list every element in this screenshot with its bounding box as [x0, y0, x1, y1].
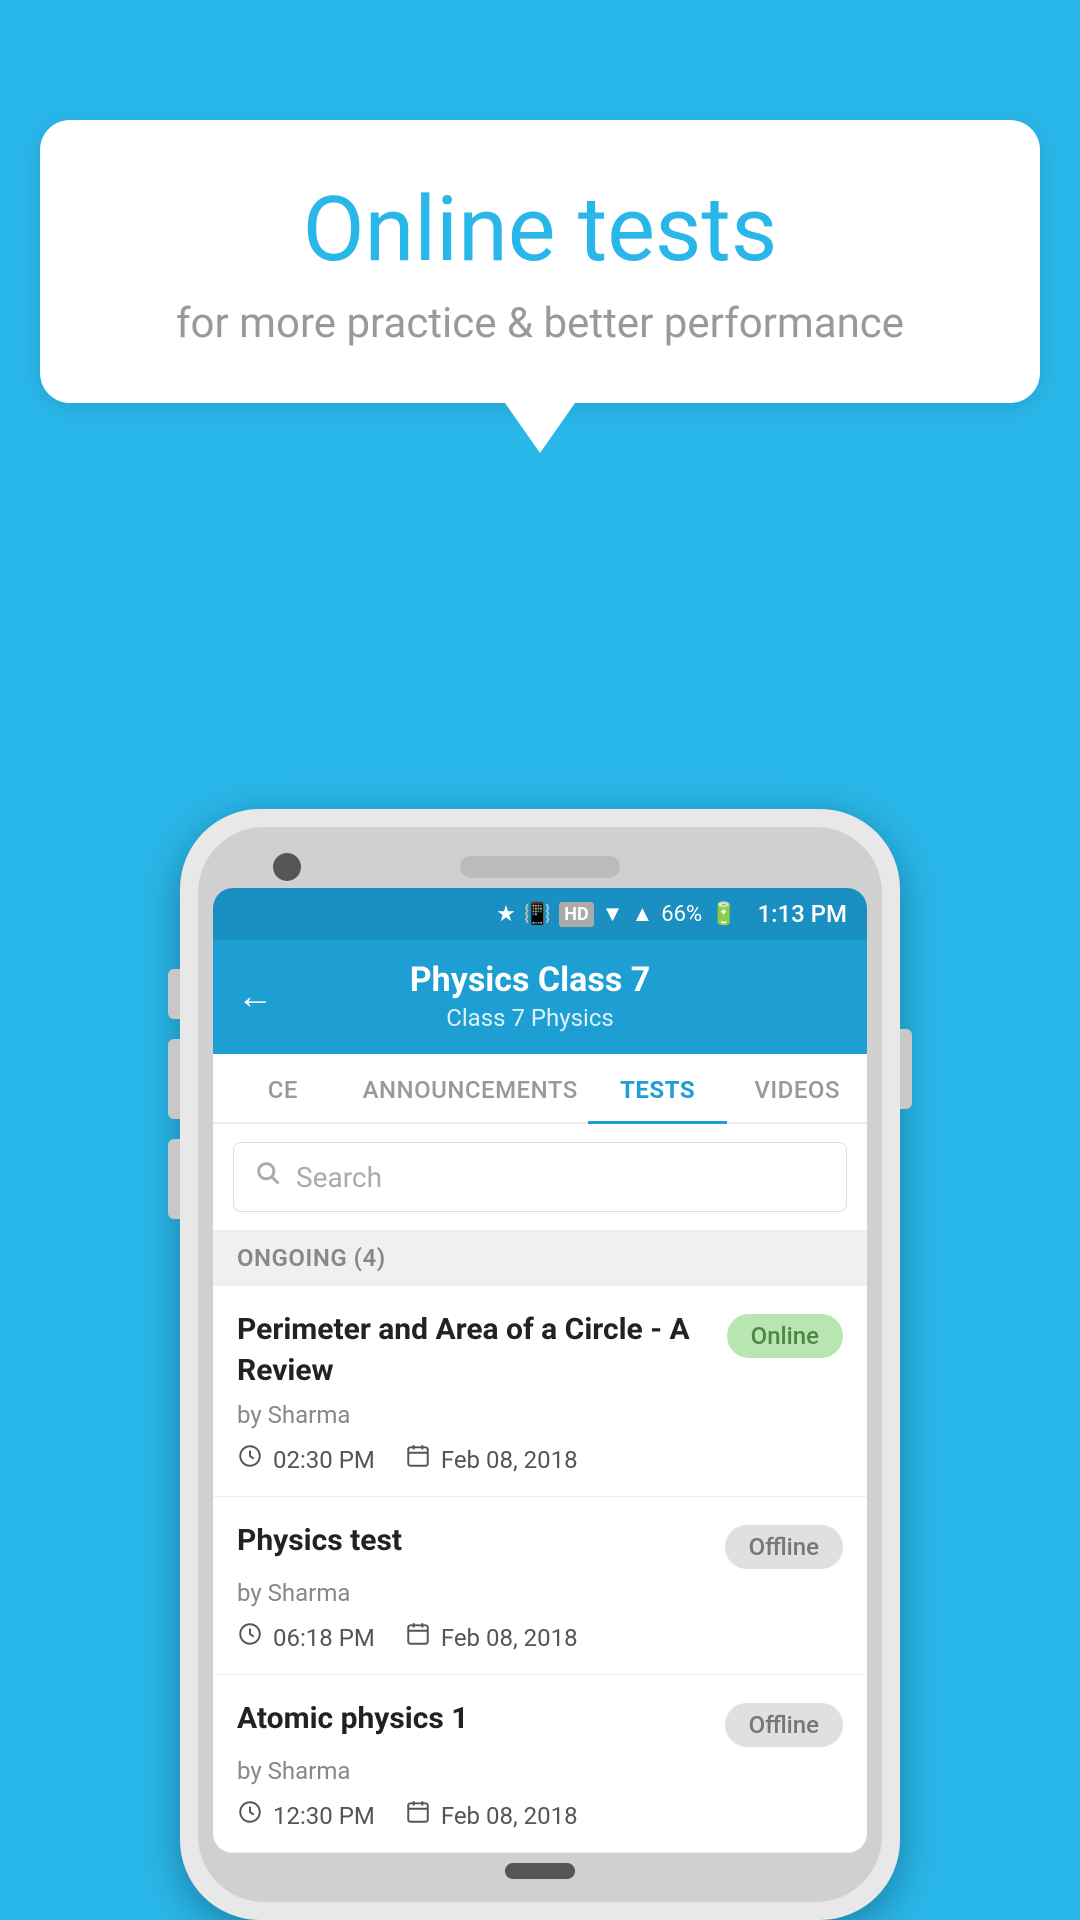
phone-outer: ★ 📳 HD ▼ ▲ 66% 🔋 1:13 PM ← Physics Class… [180, 809, 900, 1920]
section-header-ongoing: ONGOING (4) [213, 1230, 867, 1286]
test-date-1: Feb 08, 2018 [405, 1443, 578, 1476]
home-indicator[interactable] [505, 1863, 575, 1879]
tab-ce[interactable]: CE [213, 1054, 353, 1122]
test-item-header-3: Atomic physics 1 Offline [237, 1699, 843, 1747]
back-button[interactable]: ← [237, 975, 273, 1017]
test-meta-3: 12:30 PM Feb 08, 201 [237, 1799, 843, 1832]
test-date-2: Feb 08, 2018 [405, 1621, 578, 1654]
phone-screen: ★ 📳 HD ▼ ▲ 66% 🔋 1:13 PM ← Physics Class… [213, 888, 867, 1853]
mute-button [168, 969, 180, 1019]
test-author-3: by Sharma [237, 1757, 843, 1785]
tabs-bar: CE ANNOUNCEMENTS TESTS VIDEOS [213, 1054, 867, 1124]
test-item-header-1: Perimeter and Area of a Circle - A Revie… [237, 1310, 843, 1391]
volume-down-button [168, 1139, 180, 1219]
phone-inner: ★ 📳 HD ▼ ▲ 66% 🔋 1:13 PM ← Physics Class… [198, 827, 882, 1902]
test-title-3: Atomic physics 1 [237, 1699, 709, 1740]
signal-icon: ▲ [631, 901, 653, 927]
status-bar: ★ 📳 HD ▼ ▲ 66% 🔋 1:13 PM [213, 888, 867, 940]
battery-icon: 🔋 [710, 902, 737, 927]
calendar-icon-3 [405, 1799, 431, 1832]
speech-bubble: Online tests for more practice & better … [40, 120, 1040, 403]
front-camera [273, 853, 301, 881]
clock-icon-1 [237, 1443, 263, 1476]
test-item-2[interactable]: Physics test Offline by Sharma [213, 1497, 867, 1675]
wifi-icon: ▼ [602, 901, 624, 927]
speech-bubble-section: Online tests for more practice & better … [40, 120, 1040, 453]
tab-announcements[interactable]: ANNOUNCEMENTS [353, 1054, 588, 1122]
status-time: 1:13 PM [757, 900, 847, 928]
power-button [900, 1029, 912, 1109]
status-badge-3: Offline [725, 1703, 843, 1747]
volume-up-button [168, 1039, 180, 1119]
test-time-2: 06:18 PM [237, 1621, 375, 1654]
test-time-1: 02:30 PM [237, 1443, 375, 1476]
test-item-1[interactable]: Perimeter and Area of a Circle - A Revie… [213, 1286, 867, 1497]
phone-top-bar [213, 842, 867, 888]
status-badge-1: Online [727, 1314, 843, 1358]
test-item-header-2: Physics test Offline [237, 1521, 843, 1569]
battery-percent: 66% [661, 902, 702, 927]
tab-videos[interactable]: VIDEOS [727, 1054, 867, 1122]
bubble-title: Online tests [100, 180, 980, 279]
earpiece-speaker [460, 856, 620, 878]
test-title-2: Physics test [237, 1521, 709, 1562]
test-date-3: Feb 08, 2018 [405, 1799, 578, 1832]
calendar-icon-1 [405, 1443, 431, 1476]
vibrate-icon: 📳 [524, 902, 551, 927]
test-author-2: by Sharma [237, 1579, 843, 1607]
clock-icon-3 [237, 1799, 263, 1832]
test-author-1: by Sharma [237, 1401, 843, 1429]
hd-badge: HD [559, 902, 593, 927]
phone-mockup: ★ 📳 HD ▼ ▲ 66% 🔋 1:13 PM ← Physics Class… [180, 809, 900, 1920]
search-container: Search [213, 1124, 867, 1230]
page-subtitle: Class 7 Physics [293, 1004, 767, 1032]
calendar-icon-2 [405, 1621, 431, 1654]
search-bar[interactable]: Search [233, 1142, 847, 1212]
bubble-pointer [505, 403, 575, 453]
search-icon [254, 1159, 282, 1195]
test-meta-1: 02:30 PM Feb 08, 201 [237, 1443, 843, 1476]
test-meta-2: 06:18 PM Feb 08, 201 [237, 1621, 843, 1654]
status-badge-2: Offline [725, 1525, 843, 1569]
test-item-3[interactable]: Atomic physics 1 Offline by Sharma [213, 1675, 867, 1853]
tab-tests[interactable]: TESTS [588, 1054, 728, 1122]
bubble-subtitle: for more practice & better performance [100, 299, 980, 348]
status-icons: ★ 📳 HD ▼ ▲ 66% 🔋 [496, 901, 737, 927]
header-text: Physics Class 7 Class 7 Physics [293, 960, 767, 1032]
test-time-3: 12:30 PM [237, 1799, 375, 1832]
clock-icon-2 [237, 1621, 263, 1654]
page-title: Physics Class 7 [293, 960, 767, 1000]
test-title-1: Perimeter and Area of a Circle - A Revie… [237, 1310, 711, 1391]
bluetooth-icon: ★ [496, 902, 516, 927]
search-placeholder: Search [296, 1161, 382, 1194]
app-header: ← Physics Class 7 Class 7 Physics [213, 940, 867, 1054]
